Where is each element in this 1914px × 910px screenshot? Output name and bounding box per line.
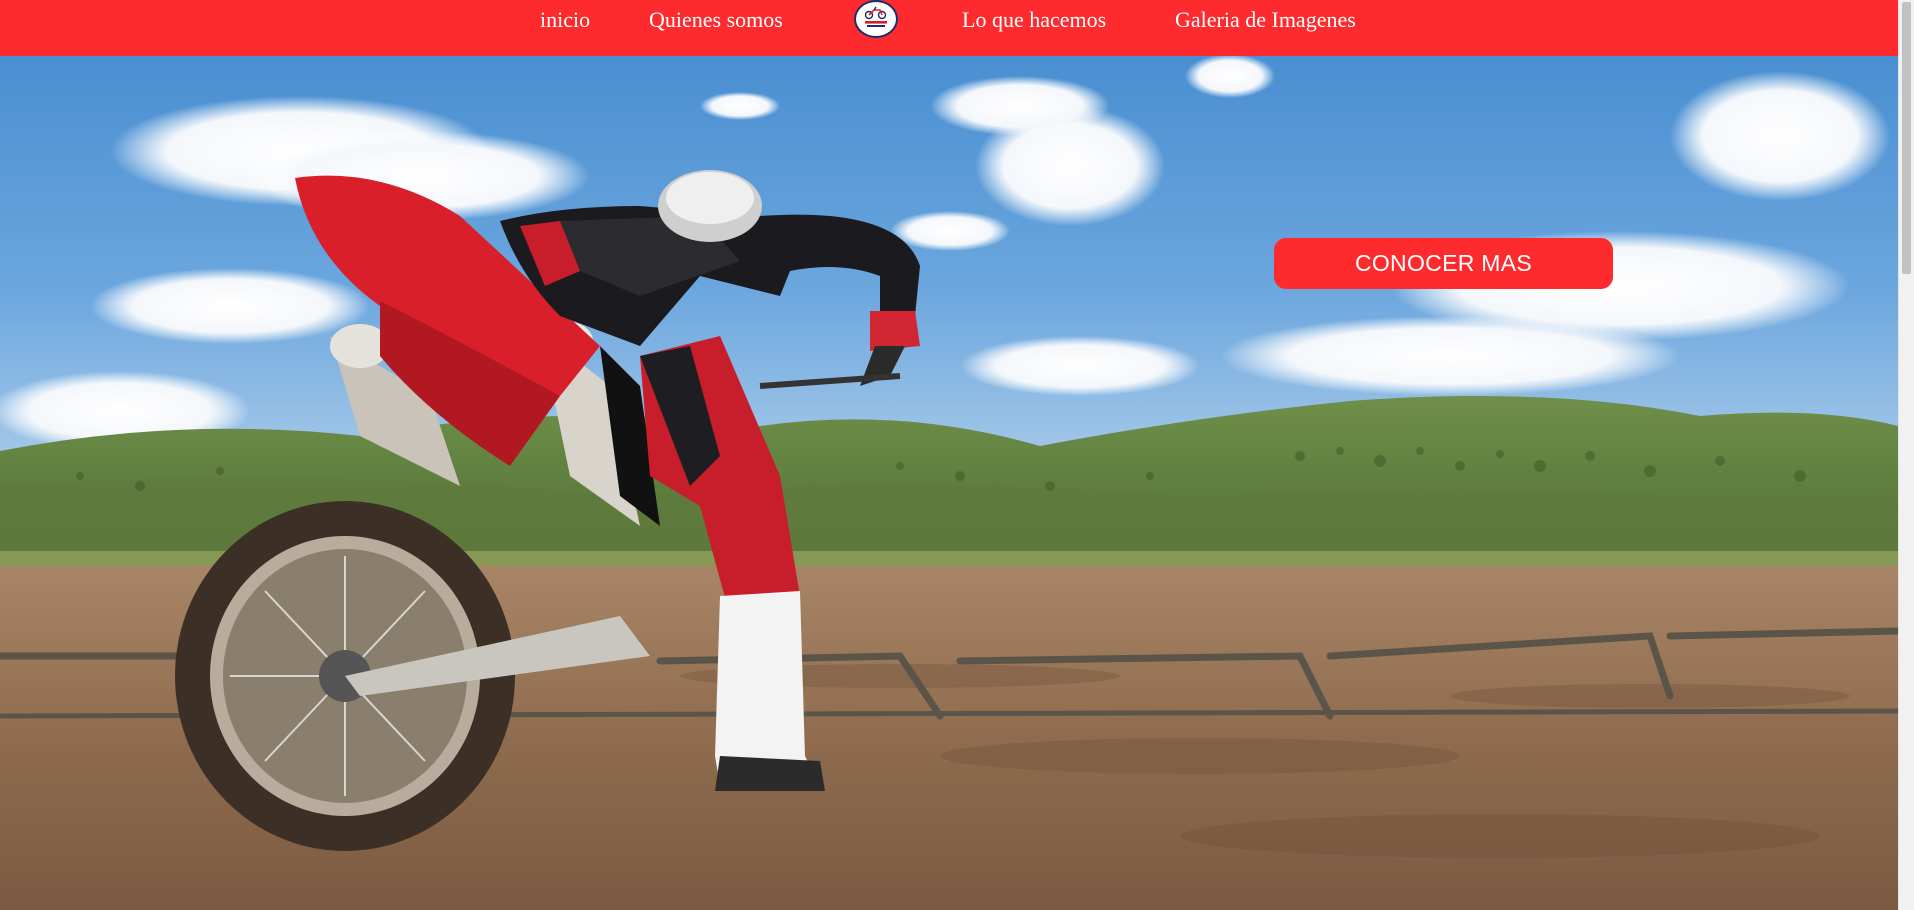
brand-logo[interactable]	[854, 0, 898, 38]
page: inicio Quienes somos Lo que hacemos Gale…	[0, 0, 1898, 910]
scrollbar-thumb[interactable]	[1902, 2, 1911, 274]
nav-link-quienes-somos[interactable]: Quienes somos	[649, 6, 783, 34]
top-navbar: inicio Quienes somos Lo que hacemos Gale…	[0, 0, 1898, 56]
motocross-logo-icon	[860, 3, 892, 35]
hero-section: CONOCER MAS	[0, 56, 1898, 910]
nav-link-lo-que-hacemos[interactable]: Lo que hacemos	[962, 6, 1106, 34]
nav-link-inicio[interactable]: inicio	[540, 6, 590, 34]
hero-image	[0, 56, 1898, 910]
conocer-mas-button[interactable]: CONOCER MAS	[1274, 238, 1613, 289]
page-scrollbar[interactable]	[1898, 0, 1914, 910]
nav-link-galeria[interactable]: Galeria de Imagenes	[1175, 6, 1356, 34]
